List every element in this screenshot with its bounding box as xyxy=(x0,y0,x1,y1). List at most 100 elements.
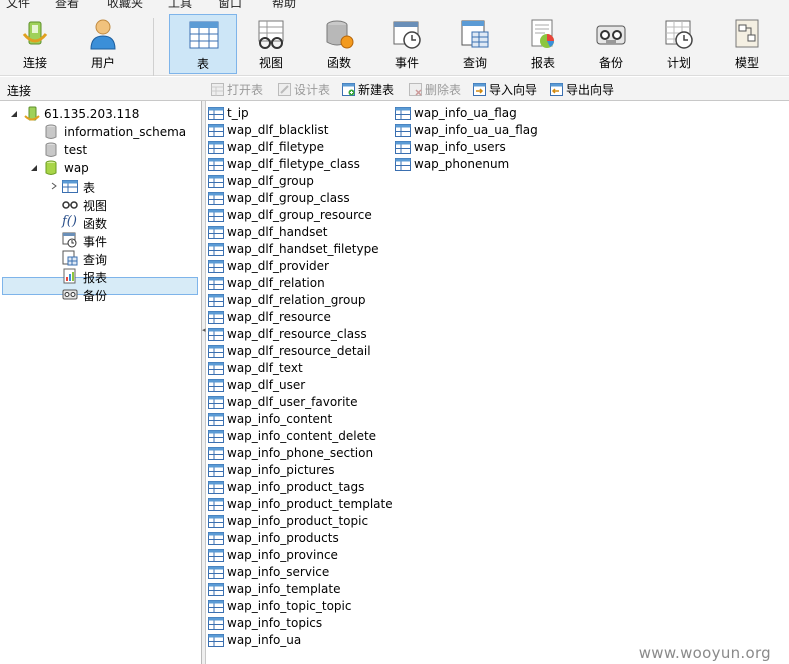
menu-help[interactable]: 帮助 xyxy=(272,0,296,8)
table-name-label: wap_phonenum xyxy=(414,157,510,171)
new-table-button[interactable]: 新建表 xyxy=(342,81,394,98)
table-icon xyxy=(208,413,224,426)
table-name-label: wap_info_phone_section xyxy=(227,446,374,460)
import-wizard-button[interactable]: 导入向导 xyxy=(473,81,537,98)
table-icon xyxy=(208,532,224,545)
backup-icon xyxy=(62,289,78,300)
tree-database-label: wap xyxy=(64,161,89,175)
tree-database-test[interactable]: test xyxy=(0,141,200,159)
table-name-label: wap_info_product_template xyxy=(227,497,393,511)
splitter-collapse-icon[interactable]: ◂ xyxy=(202,326,206,336)
menu-window[interactable]: 窗口 xyxy=(218,0,242,8)
main-toolbar: 连接 用户 表 视图 函数 事件 查询 报表 备份 计划 模型 xyxy=(0,8,789,76)
connection-icon xyxy=(22,21,48,45)
tree-expand-arrow-icon[interactable] xyxy=(10,110,18,118)
table-name-label: t_ip xyxy=(227,106,249,120)
table-name-label: wap_dlf_blacklist xyxy=(227,123,329,137)
table-name-label: wap_dlf_user_favorite xyxy=(227,395,358,409)
toolbar-view-button[interactable]: 视图 xyxy=(237,14,305,74)
tree-item-label: 报表 xyxy=(83,271,108,285)
table-name-label: wap_info_template xyxy=(227,582,341,596)
tree-item-reports[interactable]: 报表 xyxy=(0,267,200,285)
schedule-icon xyxy=(665,20,693,49)
menu-tools[interactable]: 工具 xyxy=(168,0,192,8)
table-name-label: wap_info_product_topic xyxy=(227,514,369,528)
table-icon xyxy=(208,600,224,613)
export-wizard-label: 导出向导 xyxy=(566,83,615,97)
menu-favorites[interactable]: 收藏夹 xyxy=(107,0,143,8)
user-icon xyxy=(90,19,116,50)
table-name-label: wap_info_pictures xyxy=(227,463,335,477)
toolbar-label: 模型 xyxy=(734,56,759,70)
open-table-button[interactable]: 打开表 xyxy=(211,81,263,98)
toolbar-schedule-button[interactable]: 计划 xyxy=(645,14,713,74)
delete-table-button[interactable]: 删除表 xyxy=(409,81,461,98)
connection-tree: 61.135.203.118 information_schema test w… xyxy=(0,101,202,664)
table-icon xyxy=(208,192,224,205)
toolbar-label: 计划 xyxy=(666,56,691,70)
table-name-label: wap_dlf_text xyxy=(227,361,303,375)
table-list: t_ip wap_dlf_blacklist wap_dlf_filetype wap… xyxy=(207,101,789,664)
tree-item-queries[interactable]: 查询 xyxy=(0,249,200,267)
view-icon xyxy=(258,20,284,49)
tree-item-events[interactable]: 事件 xyxy=(0,231,200,249)
toolbar-user-button[interactable]: 用户 xyxy=(69,14,137,74)
table-name-label: wap_dlf_handset xyxy=(227,225,328,239)
table-name-label: wap_dlf_filetype xyxy=(227,140,325,154)
tree-item-tables[interactable]: 表 xyxy=(0,177,200,195)
toolbar-label: 事件 xyxy=(394,56,419,70)
panel-splitter[interactable]: ◂ xyxy=(202,101,206,664)
toolbar-backup-button[interactable]: 备份 xyxy=(577,14,645,74)
new-table-icon xyxy=(342,83,355,96)
report-icon xyxy=(63,268,76,284)
table-name-label: wap_dlf_filetype_class xyxy=(227,157,360,171)
database-icon xyxy=(45,124,57,139)
database-icon xyxy=(45,142,57,157)
table-icon xyxy=(208,328,224,341)
table-icon xyxy=(208,209,224,222)
toolbar-event-button[interactable]: 事件 xyxy=(373,14,441,74)
toolbar-report-button[interactable]: 报表 xyxy=(509,14,577,74)
tree-expand-arrow-icon[interactable] xyxy=(30,164,38,172)
export-wizard-button[interactable]: 导出向导 xyxy=(550,81,614,98)
table-icon xyxy=(208,430,224,443)
table-icon xyxy=(395,158,411,171)
menu-file[interactable]: 文件 xyxy=(6,0,30,8)
watermark: www.wooyun.org xyxy=(638,644,771,662)
toolbar-model-button[interactable]: 模型 xyxy=(713,14,781,74)
toolbar-query-button[interactable]: 查询 xyxy=(441,14,509,74)
table-name-label: wap_dlf_user xyxy=(227,378,306,392)
tree-item-backups[interactable]: 备份 xyxy=(0,285,200,303)
table-icon xyxy=(208,549,224,562)
table-icon xyxy=(395,124,411,137)
table-name-label: wap_dlf_relation_group xyxy=(227,293,366,307)
delete-table-icon xyxy=(409,83,422,96)
tree-database-information-schema[interactable]: information_schema xyxy=(0,123,200,141)
tree-database-wap[interactable]: wap xyxy=(0,159,200,177)
table-name-label: wap_info_topic_topic xyxy=(227,599,352,613)
export-wizard-icon xyxy=(550,83,563,96)
tree-collapse-arrow-icon[interactable] xyxy=(50,182,58,190)
tree-database-label: information_schema xyxy=(64,125,187,139)
toolbar-connection-button[interactable]: 连接 xyxy=(1,14,69,74)
event-icon xyxy=(393,21,421,49)
table-name-label: wap_info_users xyxy=(414,140,506,154)
table-name-label: wap_dlf_resource_class xyxy=(227,327,367,341)
menu-view[interactable]: 查看 xyxy=(55,0,79,8)
tree-item-functions[interactable]: f() 函数 xyxy=(0,213,200,231)
table-icon xyxy=(208,260,224,273)
toolbar-label: 表 xyxy=(196,57,209,71)
tree-connection-node[interactable]: 61.135.203.118 xyxy=(0,105,200,123)
query-icon xyxy=(62,250,78,266)
toolbar-table-button[interactable]: 表 xyxy=(169,14,237,74)
menu-bar: 文件 查看 收藏夹 工具 窗口 帮助 xyxy=(0,0,789,8)
server-connection-icon xyxy=(24,106,40,121)
table-icon xyxy=(208,498,224,511)
table-name-label: wap_info_service xyxy=(227,565,330,579)
toolbar-function-button[interactable]: 函数 xyxy=(305,14,373,74)
table-icon xyxy=(208,243,224,256)
tree-item-views[interactable]: 视图 xyxy=(0,195,200,213)
table-name-label: wap_info_province xyxy=(227,548,338,562)
report-icon xyxy=(531,19,554,48)
design-table-button[interactable]: 设计表 xyxy=(278,81,330,98)
